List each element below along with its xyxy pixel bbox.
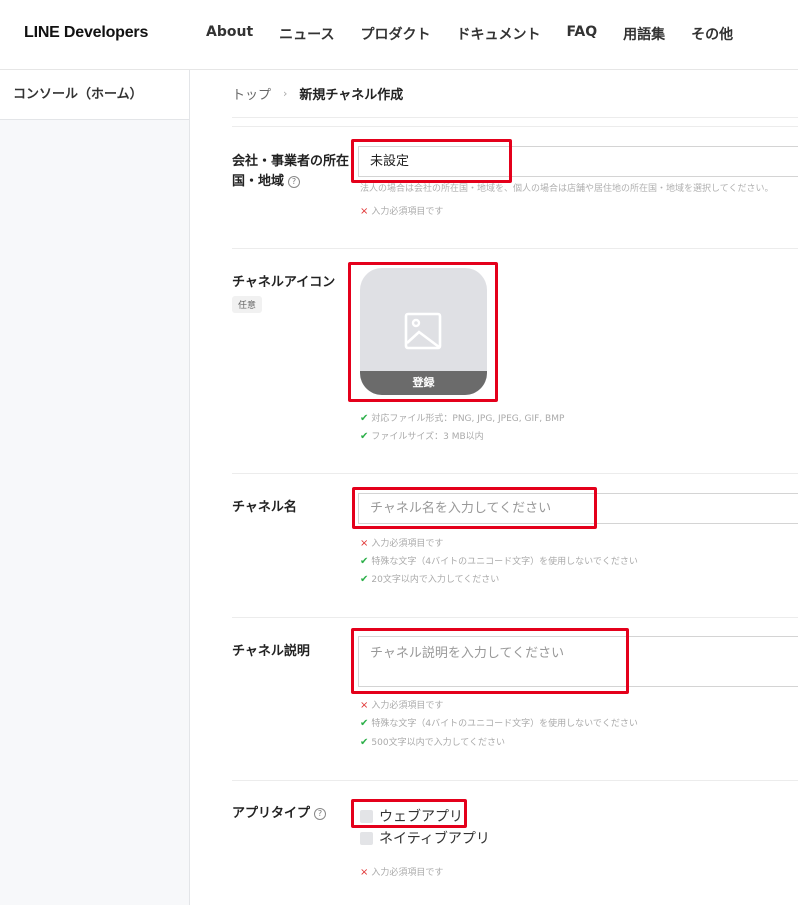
country-label-line1: 会社・事業者の所在 xyxy=(232,154,350,169)
x-icon: × xyxy=(360,700,369,711)
divider xyxy=(232,780,798,781)
file-size-hint: ✔ ファイルサイズ：3 MB以内 xyxy=(360,429,484,442)
required-text: 入力必須項目です xyxy=(371,701,444,711)
special-char-hint: ✔ 特殊な文字（4バイトのユニコード文字）を使用しないでください xyxy=(360,554,638,567)
native-app-option[interactable]: ネイティブアプリ xyxy=(360,828,490,848)
divider xyxy=(232,617,798,618)
channel-description-label: チャネル説明 xyxy=(232,644,310,659)
nav-faq[interactable]: FAQ xyxy=(566,24,597,44)
country-label: 会社・事業者の所在 国・地域? xyxy=(232,152,349,192)
hint-text: ファイルサイズ：3 MB以内 xyxy=(371,432,484,442)
nav-documents[interactable]: ドキュメント xyxy=(456,24,540,44)
nav-glossary[interactable]: 用語集 xyxy=(623,24,665,44)
check-icon: ✔ xyxy=(360,718,369,729)
x-icon: × xyxy=(360,867,369,878)
divider xyxy=(232,126,798,127)
divider xyxy=(232,117,798,118)
check-icon: ✔ xyxy=(360,737,369,748)
required-text: 入力必須項目です xyxy=(371,539,444,549)
optional-badge: 任意 xyxy=(232,296,263,313)
app-type-required-hint: × 入力必須項目です xyxy=(360,865,443,878)
highlight-box xyxy=(348,262,498,402)
channel-name-required-hint: × 入力必須項目です xyxy=(360,536,443,549)
check-icon: ✔ xyxy=(360,413,369,424)
hint-text: 500文字以内で入力してください xyxy=(371,738,506,748)
nav-news[interactable]: ニュース xyxy=(279,24,334,44)
top-header: LINE Developers About ニュース プロダクト ドキュメント … xyxy=(0,0,798,70)
highlight-box xyxy=(351,799,467,828)
main-nav: About ニュース プロダクト ドキュメント FAQ 用語集 その他 xyxy=(206,24,759,44)
divider xyxy=(232,248,798,249)
file-format-hint: ✔ 対応ファイル形式：PNG, JPG, JPEG, GIF, BMP xyxy=(360,411,564,424)
nav-about[interactable]: About xyxy=(206,24,253,44)
length-hint: ✔ 20文字以内で入力してください xyxy=(360,572,499,585)
chevron-right-icon: › xyxy=(283,87,288,100)
checkbox[interactable] xyxy=(360,831,373,845)
x-icon: × xyxy=(360,206,369,217)
channel-name-label: チャネル名 xyxy=(232,500,297,515)
check-icon: ✔ xyxy=(360,556,369,567)
required-text: 入力必須項目です xyxy=(371,207,444,217)
breadcrumb: トップ › 新規チャネル作成 xyxy=(232,84,403,103)
check-icon: ✔ xyxy=(360,431,369,442)
special-char-hint: ✔ 特殊な文字（4バイトのユニコード文字）を使用しないでください xyxy=(360,716,638,729)
native-app-label: ネイティブアプリ xyxy=(379,831,490,847)
breadcrumb-current: 新規チャネル作成 xyxy=(299,88,404,103)
line-developers-logo[interactable]: LINE Developers xyxy=(24,24,148,42)
hint-text: 特殊な文字（4バイトのユニコード文字）を使用しないでください xyxy=(371,557,638,567)
highlight-box xyxy=(352,487,597,529)
divider xyxy=(232,473,798,474)
hint-text: 対応ファイル形式：PNG, JPG, JPEG, GIF, BMP xyxy=(371,414,565,424)
help-icon[interactable]: ? xyxy=(314,808,327,820)
sidebar: コンソール（ホーム） xyxy=(0,70,190,905)
sidebar-item-console-home[interactable]: コンソール（ホーム） xyxy=(0,70,189,120)
nav-products[interactable]: プロダクト xyxy=(360,24,430,44)
highlight-box xyxy=(351,139,512,183)
breadcrumb-top-link[interactable]: トップ xyxy=(232,84,271,103)
highlight-box xyxy=(351,628,629,694)
app-type-label-text: アプリタイプ xyxy=(232,806,311,821)
length-hint: ✔ 500文字以内で入力してください xyxy=(360,735,505,748)
required-text: 入力必須項目です xyxy=(371,868,444,878)
channel-desc-required-hint: × 入力必須項目です xyxy=(360,698,443,711)
help-icon[interactable]: ? xyxy=(288,176,301,188)
x-icon: × xyxy=(360,538,369,549)
nav-more[interactable]: その他 xyxy=(691,24,733,44)
country-label-line2: 国・地域 xyxy=(232,174,285,189)
channel-icon-label: チャネルアイコン xyxy=(232,275,336,290)
hint-text: 特殊な文字（4バイトのユニコード文字）を使用しないでください xyxy=(371,719,638,729)
check-icon: ✔ xyxy=(360,574,369,585)
app-type-label: アプリタイプ? xyxy=(232,804,327,824)
hint-text: 20文字以内で入力してください xyxy=(371,575,500,585)
country-required-hint: × 入力必須項目です xyxy=(360,204,443,217)
